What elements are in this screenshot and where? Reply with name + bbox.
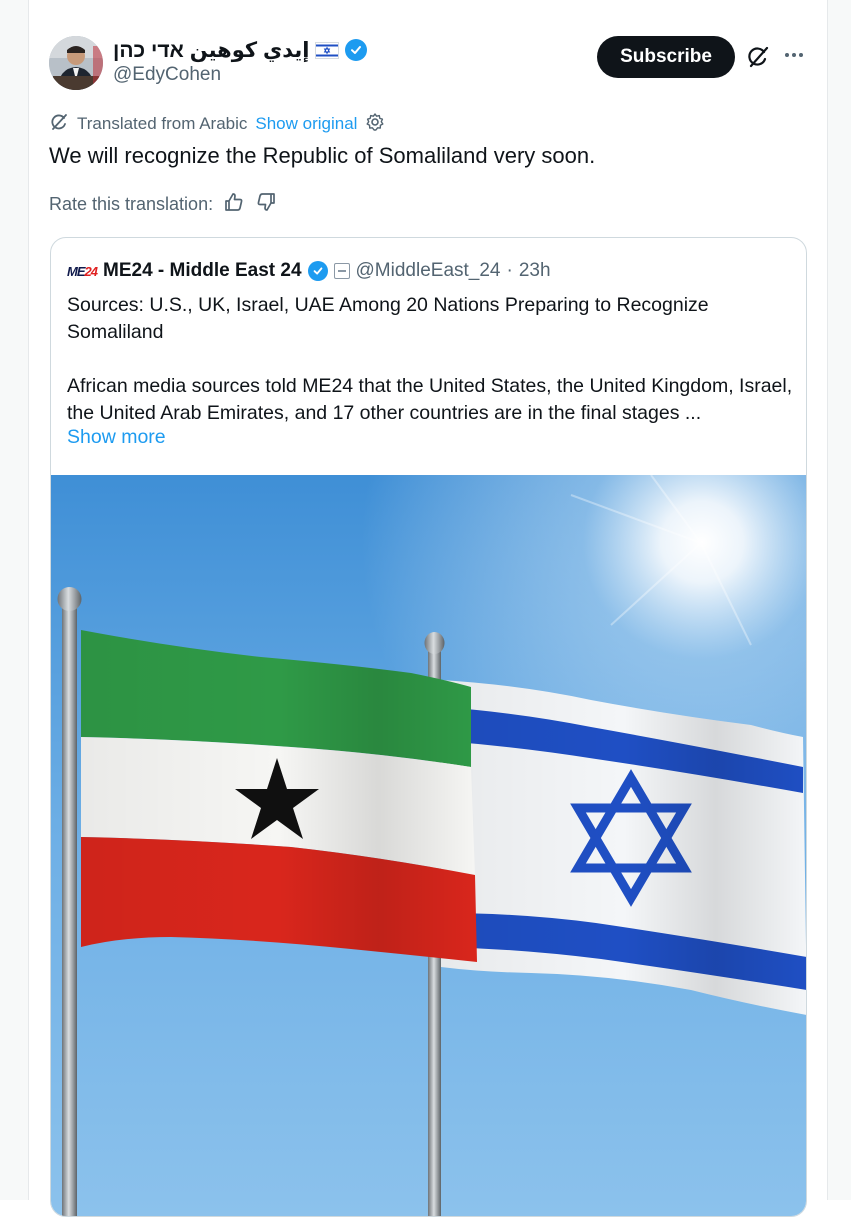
author-handle[interactable]: @EdyCohen bbox=[113, 64, 221, 86]
government-badge-icon bbox=[333, 263, 350, 279]
author-name[interactable]: إيدي كوهين אדי כהן bbox=[113, 38, 309, 63]
show-original-link[interactable]: Show original bbox=[255, 114, 357, 134]
subscribe-button[interactable]: Subscribe bbox=[597, 36, 735, 78]
quoted-post-title: Sources: U.S., UK, Israel, UAE Among 20 … bbox=[67, 294, 709, 343]
more-icon[interactable] bbox=[781, 42, 807, 68]
israel-flag bbox=[441, 680, 806, 1015]
rate-translation-label: Rate this translation: bbox=[49, 193, 214, 214]
quoted-post-text: African media sources told ME24 that the… bbox=[67, 375, 793, 424]
quoted-author-handle[interactable]: @MiddleEast_24 bbox=[356, 260, 501, 282]
somaliland-flag bbox=[81, 630, 477, 962]
avatar-photo bbox=[49, 36, 103, 90]
translated-from-label: Translated from Arabic bbox=[77, 114, 248, 133]
author-name-row[interactable]: إيدي كوهين אדי כהן bbox=[113, 36, 368, 64]
quoted-post-time[interactable]: 23h bbox=[519, 260, 551, 282]
verified-badge-icon bbox=[307, 261, 328, 281]
rate-translation: Rate this translation: bbox=[49, 191, 277, 217]
avatar[interactable] bbox=[49, 36, 103, 90]
grok-icon[interactable] bbox=[745, 44, 771, 70]
israel-flag-icon bbox=[315, 41, 340, 59]
separator-dot: · bbox=[506, 260, 513, 281]
quoted-post[interactable]: ME 24 ME24 - Middle East 24 @MiddleEast_2… bbox=[50, 237, 807, 1217]
flags-image[interactable] bbox=[51, 475, 807, 1217]
thumbs-up-icon[interactable] bbox=[223, 191, 245, 218]
gear-icon[interactable] bbox=[365, 112, 385, 137]
translation-info: Translated from Arabic Show original bbox=[49, 112, 385, 136]
me24-logo: ME 24 bbox=[67, 263, 98, 279]
quoted-post-header: ME 24 ME24 - Middle East 24 @MiddleEast_2… bbox=[67, 258, 551, 284]
verified-badge-icon bbox=[345, 39, 368, 61]
post-text: We will recognize the Republic of Somali… bbox=[49, 143, 596, 168]
show-more-link[interactable]: Show more bbox=[67, 426, 166, 449]
page-background: إيدي كوهين אדי כהן @EdyCohen Subscribe T… bbox=[0, 0, 851, 1217]
post: إيدي كوهين אדי כהן @EdyCohen Subscribe T… bbox=[28, 0, 828, 1217]
quoted-author-name[interactable]: ME24 - Middle East 24 bbox=[103, 260, 302, 282]
translate-icon bbox=[49, 112, 69, 137]
quoted-post-body: Sources: U.S., UK, Israel, UAE Among 20 … bbox=[67, 292, 795, 454]
thumbs-down-icon[interactable] bbox=[255, 191, 277, 218]
